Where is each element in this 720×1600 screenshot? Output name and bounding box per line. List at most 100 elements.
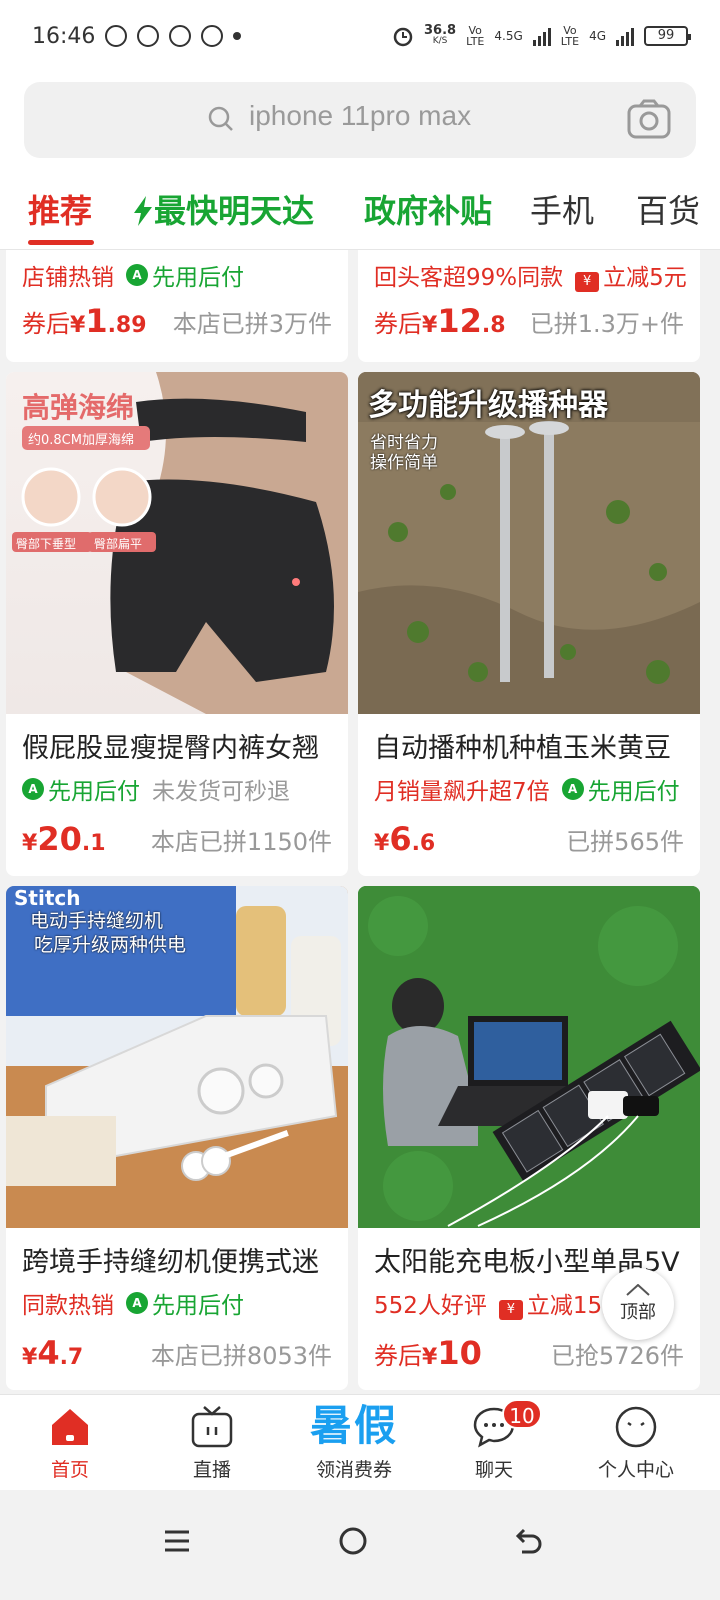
net-speed: 36.8 K/S bbox=[424, 23, 457, 46]
signal-1: 4.5G bbox=[494, 28, 523, 43]
summer-promo-text: 暑假 bbox=[309, 1401, 398, 1450]
clock: 16:46 bbox=[32, 23, 96, 49]
tab-phones[interactable]: 手机 bbox=[530, 186, 594, 232]
product-tag: 552人好评 bbox=[374, 1293, 487, 1319]
product-tag: 同款热销 bbox=[22, 1293, 114, 1319]
pay-later-badge: A 先用后付 bbox=[126, 258, 244, 292]
product-tag: 月销量飙升超7倍 bbox=[374, 779, 550, 805]
tv-icon bbox=[191, 1406, 233, 1448]
product-card-shapewear[interactable]: 高弹海绵 约0.8CM加厚海绵 臀部下垂型 臀部扁平 假屁股显瘦提臀内裤女翘 A… bbox=[6, 372, 348, 876]
price: 1 bbox=[85, 302, 108, 340]
tab-general-goods[interactable]: 百货 bbox=[636, 186, 700, 232]
pay-later-badge: A 先用后付 bbox=[561, 772, 680, 806]
product-image: Stitch 电动手持缝纫机 吃厚升级两种供电 bbox=[6, 886, 348, 1228]
price-decimal: .6 bbox=[411, 831, 436, 856]
battery-icon: 99 bbox=[644, 26, 691, 46]
sold-count: 本店已拼3万件 bbox=[172, 310, 332, 338]
product-title: 假屁股显瘦提臀内裤女翘 bbox=[22, 733, 319, 764]
tab-fastest-delivery[interactable]: 最快明天达 bbox=[134, 186, 314, 232]
signal-bars-icon bbox=[532, 26, 551, 46]
recent-apps-icon[interactable] bbox=[162, 1526, 192, 1556]
image-caption: 多功能升级播种器 bbox=[368, 388, 608, 423]
lightning-icon bbox=[134, 196, 152, 226]
price: 6 bbox=[389, 820, 412, 858]
system-navigation-bar bbox=[0, 1490, 720, 1600]
alarm-icon bbox=[393, 27, 413, 47]
bottom-navigation: 首页 直播 暑假 领消费券 10 聊天 个人中心 bbox=[0, 1394, 720, 1490]
sold-count: 本店已拼1150件 bbox=[150, 828, 332, 856]
product-card-sewing-machine[interactable]: Stitch 电动手持缝纫机 吃厚升级两种供电 跨境手持缝纫机便携式迷 同款热销… bbox=[6, 886, 348, 1390]
signal-bars-icon-2 bbox=[616, 26, 634, 46]
volte-indicator-2: Vo LTE bbox=[560, 24, 580, 48]
currency: ¥ bbox=[22, 1345, 38, 1370]
whatsapp-icon-2 bbox=[137, 25, 160, 47]
profile-face-icon bbox=[615, 1406, 657, 1448]
pay-later-icon: A bbox=[22, 778, 44, 800]
image-caption: 高弹海绵 bbox=[22, 391, 135, 424]
coupon-icon: ¥ bbox=[498, 1300, 523, 1320]
pay-later-badge: A 先用后付 bbox=[126, 1286, 244, 1320]
home-icon bbox=[52, 1409, 88, 1445]
tab-gov-subsidy[interactable]: 政府补贴 bbox=[364, 186, 492, 232]
unread-badge: 10 bbox=[502, 1399, 542, 1429]
sold-count: 本店已拼8053件 bbox=[150, 1342, 332, 1370]
currency: ¥ bbox=[70, 313, 86, 338]
pay-later-icon: A bbox=[126, 264, 148, 286]
more-notifications-dot-icon bbox=[233, 32, 242, 40]
sold-count: 已拼565件 bbox=[566, 828, 684, 856]
image-caption: 电动手持缝纫机 bbox=[30, 910, 164, 932]
messenger-icon bbox=[169, 25, 192, 47]
currency: ¥ bbox=[422, 313, 438, 338]
price-decimal: .8 bbox=[481, 313, 506, 338]
pay-later-icon: A bbox=[561, 778, 584, 800]
whatsapp-icon bbox=[105, 25, 128, 47]
image-caption: 吃厚升级两种供电 bbox=[34, 934, 187, 956]
price: 10 bbox=[437, 1334, 482, 1372]
price: 20 bbox=[37, 820, 82, 858]
product-tag: 未发货可秒退 bbox=[152, 779, 290, 805]
nav-live[interactable]: 直播 bbox=[152, 1405, 272, 1482]
price-prefix: 券后 bbox=[374, 1342, 422, 1370]
search-icon bbox=[208, 106, 233, 131]
product-card-partial-left[interactable]: 店铺热销 A 先用后付 券后 ¥ 1 .89 本店已拼3万件 bbox=[6, 250, 348, 362]
sold-count: 已抢5726件 bbox=[550, 1342, 684, 1370]
chat-icon-wrap: 10 bbox=[472, 1399, 542, 1449]
coupon-icon: ¥ bbox=[575, 272, 600, 292]
price-prefix: 券后 bbox=[22, 310, 70, 338]
nav-coupons[interactable]: 暑假 领消费券 bbox=[294, 1403, 414, 1482]
category-tabs: 推荐 最快明天达 政府补贴 手机 百货 bbox=[0, 172, 720, 250]
nav-home[interactable]: 首页 bbox=[10, 1405, 130, 1482]
price: 4 bbox=[37, 1334, 60, 1372]
product-image: 高弹海绵 约0.8CM加厚海绵 臀部下垂型 臀部扁平 bbox=[6, 372, 348, 714]
image-caption: 操作简单 bbox=[370, 453, 438, 473]
sold-count: 已拼1.3万+件 bbox=[529, 310, 684, 338]
volte-indicator-1: Vo LTE bbox=[466, 24, 485, 48]
home-circle-icon[interactable] bbox=[338, 1526, 368, 1556]
back-icon[interactable] bbox=[514, 1526, 544, 1556]
price-prefix: 券后 bbox=[374, 310, 422, 338]
nav-chat[interactable]: 10 聊天 bbox=[434, 1399, 554, 1482]
currency: ¥ bbox=[422, 1345, 438, 1370]
image-caption: 约0.8CM加厚海绵 bbox=[28, 433, 134, 448]
product-image: 多功能升级播种器 省时省力 操作简单 bbox=[358, 372, 700, 714]
pay-later-icon: A bbox=[126, 1292, 148, 1314]
status-bar: 16:46 36.8 K/S Vo LTE 4.5G Vo LTE 4G 99 bbox=[0, 0, 720, 72]
price-decimal: .1 bbox=[81, 831, 106, 856]
product-card-partial-right[interactable]: 回头客超99%同款 ¥ 立减5元 券后 ¥ 12 .8 已拼1.3万+件 bbox=[358, 250, 700, 362]
back-to-top-button[interactable]: 顶部 bbox=[602, 1268, 674, 1340]
price-decimal: .7 bbox=[59, 1345, 84, 1370]
product-card-seeder[interactable]: 多功能升级播种器 省时省力 操作简单 自动播种机种植玉米黄豆 月销量飙升超7倍 … bbox=[358, 372, 700, 876]
currency: ¥ bbox=[374, 831, 390, 856]
currency: ¥ bbox=[22, 831, 38, 856]
price-decimal: .89 bbox=[107, 313, 147, 338]
image-caption: 臀部扁平 bbox=[94, 537, 143, 551]
camera-icon[interactable] bbox=[626, 98, 672, 140]
search-placeholder: iphone 11pro max bbox=[249, 100, 472, 131]
search-input[interactable]: iphone 11pro max bbox=[24, 82, 696, 158]
solar-panel-photo bbox=[358, 886, 700, 1228]
search-area: iphone 11pro max bbox=[0, 72, 720, 172]
nav-profile[interactable]: 个人中心 bbox=[576, 1405, 696, 1482]
tab-recommended[interactable]: 推荐 bbox=[28, 186, 95, 245]
product-title: 跨境手持缝纫机便携式迷 bbox=[22, 1247, 319, 1278]
product-tag: 店铺热销 bbox=[22, 265, 114, 291]
